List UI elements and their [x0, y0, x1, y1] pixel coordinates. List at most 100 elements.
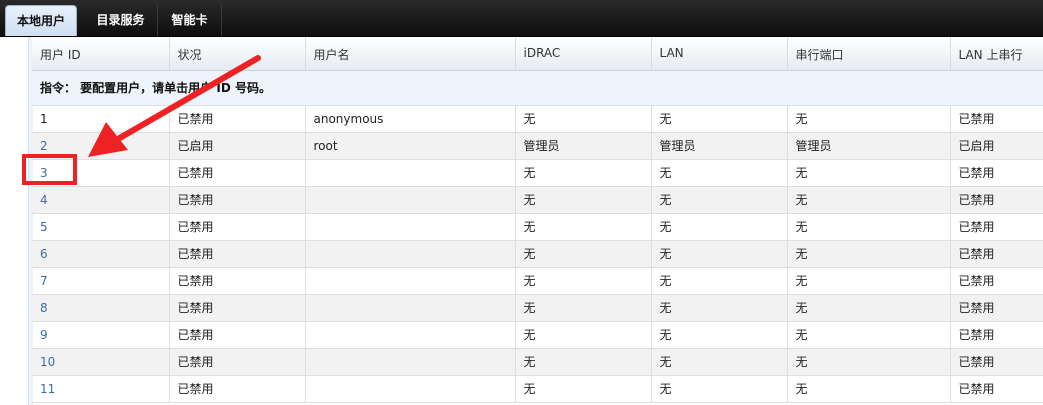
cell-status: 已启用	[169, 132, 306, 160]
cell-username: anonymous	[305, 105, 516, 133]
cell-serial-port-privilege: 管理员	[787, 132, 951, 160]
cell-serial-over-lan: 已禁用	[950, 213, 1043, 241]
cell-lan-privilege: 无	[651, 159, 788, 187]
user-id-link[interactable]: 4	[40, 193, 48, 207]
tab-directory-services[interactable]: 目录服务	[84, 5, 158, 36]
cell-idrac-privilege: 无	[515, 240, 652, 268]
cell-serial-over-lan: 已禁用	[950, 186, 1043, 214]
table-row: 8 已禁用无无无已禁用	[32, 294, 1043, 322]
cell-user-id: 5	[32, 213, 170, 241]
cell-user-id: 9	[32, 321, 170, 349]
cell-serial-port-privilege: 无	[787, 159, 951, 187]
cell-status: 已禁用	[169, 267, 306, 295]
cell-idrac-privilege: 无	[515, 321, 652, 349]
column-header-lan[interactable]: LAN	[651, 37, 788, 71]
column-header-idrac[interactable]: iDRAC	[515, 37, 652, 71]
cell-serial-port-privilege: 无	[787, 267, 951, 295]
column-header-status[interactable]: 状况	[169, 37, 306, 71]
cell-serial-port-privilege: 无	[787, 321, 951, 349]
cell-username	[305, 375, 516, 403]
table-row: 4 已禁用无无无已禁用	[32, 186, 1043, 214]
cell-user-id: 6	[32, 240, 170, 268]
cell-serial-port-privilege: 无	[787, 240, 951, 268]
user-id-link[interactable]: 5	[40, 220, 48, 234]
cell-status: 已禁用	[169, 321, 306, 349]
cell-user-id: 11	[32, 375, 170, 403]
cell-idrac-privilege: 无	[515, 105, 652, 133]
user-id-link[interactable]: 8	[40, 301, 48, 315]
cell-idrac-privilege: 无	[515, 294, 652, 322]
cell-username	[305, 348, 516, 376]
cell-user-id: 7	[32, 267, 170, 295]
table-row: 3 已禁用无无无已禁用	[32, 159, 1043, 187]
users-table: 用户 ID 状况 用户名 iDRAC LAN 串行端口 LAN 上串行 指令： …	[32, 37, 1043, 403]
cell-status: 已禁用	[169, 348, 306, 376]
cell-status: 已禁用	[169, 294, 306, 322]
table-row: 2 已启用 root 管理员 管理员 管理员 已启用	[32, 132, 1043, 160]
cell-status: 已禁用	[169, 159, 306, 187]
cell-serial-port-privilege: 无	[787, 186, 951, 214]
cell-serial-port-privilege: 无	[787, 375, 951, 403]
table-header-row: 用户 ID 状况 用户名 iDRAC LAN 串行端口 LAN 上串行	[32, 37, 1043, 71]
column-header-serial-port[interactable]: 串行端口	[787, 37, 951, 71]
cell-user-id: 4	[32, 186, 170, 214]
cell-idrac-privilege: 无	[515, 186, 652, 214]
cell-serial-port-privilege: 无	[787, 348, 951, 376]
cell-user-id: 8	[32, 294, 170, 322]
cell-serial-over-lan: 已禁用	[950, 159, 1043, 187]
tab-local-users[interactable]: 本地用户	[5, 5, 77, 36]
user-id-link[interactable]: 7	[40, 274, 48, 288]
tab-bar: 本地用户 目录服务 智能卡	[0, 0, 1043, 37]
table-row: 9 已禁用无无无已禁用	[32, 321, 1043, 349]
column-header-serial-over-lan[interactable]: LAN 上串行	[950, 37, 1043, 71]
cell-username	[305, 240, 516, 268]
cell-idrac-privilege: 管理员	[515, 132, 652, 160]
cell-serial-over-lan: 已禁用	[950, 375, 1043, 403]
user-id-link[interactable]: 2	[40, 139, 48, 153]
annotation-highlight-box	[22, 154, 77, 185]
user-id-link[interactable]: 11	[40, 382, 55, 396]
user-id-link[interactable]: 9	[40, 328, 48, 342]
cell-serial-port-privilege: 无	[787, 213, 951, 241]
cell-lan-privilege: 无	[651, 213, 788, 241]
table-row: 10 已禁用无无无已禁用	[32, 348, 1043, 376]
cell-lan-privilege: 无	[651, 294, 788, 322]
users-table-container: 用户 ID 状况 用户名 iDRAC LAN 串行端口 LAN 上串行 指令： …	[32, 37, 1043, 405]
cell-username	[305, 294, 516, 322]
cell-serial-over-lan: 已禁用	[950, 240, 1043, 268]
column-header-username[interactable]: 用户名	[305, 37, 516, 71]
cell-status: 已禁用	[169, 240, 306, 268]
cell-status: 已禁用	[169, 375, 306, 403]
cell-status: 已禁用	[169, 186, 306, 214]
cell-lan-privilege: 无	[651, 375, 788, 403]
cell-username	[305, 321, 516, 349]
cell-serial-over-lan: 已启用	[950, 132, 1043, 160]
cell-lan-privilege: 无	[651, 240, 788, 268]
left-margin	[0, 37, 28, 405]
cell-user-id: 10	[32, 348, 170, 376]
cell-serial-port-privilege: 无	[787, 294, 951, 322]
cell-username: root	[305, 132, 516, 160]
cell-lan-privilege: 无	[651, 348, 788, 376]
cell-idrac-privilege: 无	[515, 213, 652, 241]
table-row: 1 已禁用 anonymous 无无无已禁用	[32, 105, 1043, 133]
instruction-text: 指令： 要配置用户，请单击用户 ID 号码。	[32, 70, 1043, 106]
cell-serial-over-lan: 已禁用	[950, 267, 1043, 295]
table-row: 5 已禁用无无无已禁用	[32, 213, 1043, 241]
instruction-row: 指令： 要配置用户，请单击用户 ID 号码。	[32, 70, 1043, 106]
cell-idrac-privilege: 无	[515, 348, 652, 376]
cell-serial-over-lan: 已禁用	[950, 348, 1043, 376]
cell-idrac-privilege: 无	[515, 267, 652, 295]
tab-smart-card[interactable]: 智能卡	[158, 5, 222, 36]
user-id-link[interactable]: 10	[40, 355, 55, 369]
cell-username	[305, 186, 516, 214]
cell-idrac-privilege: 无	[515, 375, 652, 403]
column-header-user-id[interactable]: 用户 ID	[32, 37, 170, 71]
cell-serial-port-privilege: 无	[787, 105, 951, 133]
cell-lan-privilege: 无	[651, 267, 788, 295]
cell-lan-privilege: 无	[651, 321, 788, 349]
cell-username	[305, 159, 516, 187]
cell-serial-over-lan: 已禁用	[950, 321, 1043, 349]
cell-user-id: 1	[32, 105, 170, 133]
user-id-link[interactable]: 6	[40, 247, 48, 261]
